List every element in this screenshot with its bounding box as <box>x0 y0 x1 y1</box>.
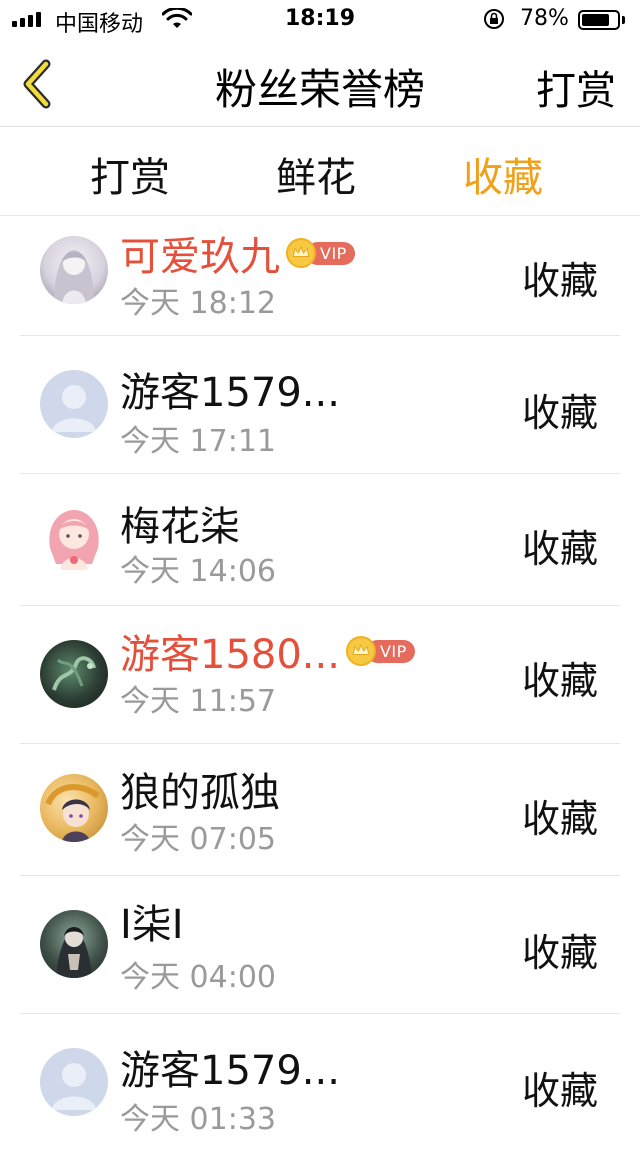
list-item[interactable]: 游客1580... VIP 今天 11:57 收藏 <box>0 606 640 744</box>
battery-tip <box>622 16 625 24</box>
tab-reward[interactable]: 打赏 <box>90 145 170 203</box>
crown-icon <box>345 636 376 666</box>
battery-percent: 78% <box>520 6 569 31</box>
fan-time: 今天 18:12 <box>120 286 276 321</box>
navigation-bar: 粉丝荣誉榜 打赏 <box>0 40 640 127</box>
list-item[interactable]: 狼的孤独 今天 07:05 收藏 <box>0 744 640 876</box>
fan-name: 狼的孤独 <box>120 770 280 816</box>
fan-time: 今天 04:00 <box>120 960 276 995</box>
avatar[interactable] <box>40 504 108 572</box>
battery-icon <box>578 10 620 30</box>
avatar[interactable] <box>40 774 108 842</box>
vip-badge: VIP <box>345 636 415 666</box>
reward-button[interactable]: 打赏 <box>536 58 616 116</box>
tab-flowers[interactable]: 鲜花 <box>276 145 356 203</box>
tab-favorites[interactable]: 收藏 <box>463 145 543 203</box>
fan-name: 游客1579... <box>120 1048 340 1094</box>
action-label: 收藏 <box>521 1069 598 1113</box>
action-label: 收藏 <box>521 259 598 303</box>
fan-name: I柒I <box>120 902 184 948</box>
fan-name: 可爱玖九 <box>120 234 280 280</box>
fan-name: 游客1579... <box>120 370 340 416</box>
rotation-lock-icon <box>484 9 504 29</box>
list-item[interactable]: 游客1579... 今天 17:11 收藏 <box>0 336 640 474</box>
action-label: 收藏 <box>521 659 598 703</box>
fan-time: 今天 11:57 <box>120 684 276 719</box>
fan-name: 游客1580... <box>120 632 340 678</box>
list-item[interactable]: I柒I 今天 04:00 收藏 <box>0 876 640 1014</box>
avatar[interactable] <box>40 370 108 438</box>
vip-badge: VIP <box>286 238 355 268</box>
crown-icon <box>286 238 316 268</box>
action-label: 收藏 <box>521 797 598 841</box>
fan-time: 今天 17:11 <box>120 424 276 459</box>
avatar[interactable] <box>40 1048 108 1116</box>
avatar[interactable] <box>40 640 108 708</box>
fan-name: 梅花柒 <box>120 504 240 550</box>
list-item[interactable]: 游客1579... 今天 01:33 收藏 <box>0 1014 640 1152</box>
action-label: 收藏 <box>521 391 598 435</box>
list-item[interactable]: 梅花柒 今天 14:06 收藏 <box>0 474 640 606</box>
tab-bar: 打赏 鲜花 收藏 <box>0 127 640 216</box>
action-label: 收藏 <box>521 527 598 571</box>
avatar[interactable] <box>40 236 108 304</box>
fan-time: 今天 07:05 <box>120 822 276 857</box>
avatar[interactable] <box>40 910 108 978</box>
fan-time: 今天 01:33 <box>120 1102 276 1137</box>
list-item[interactable]: 可爱玖九 VIP 今天 18:12 收藏 <box>0 216 640 336</box>
status-bar: 中国移动 18:19 78% <box>0 0 640 40</box>
action-label: 收藏 <box>521 931 598 975</box>
fan-time: 今天 14:06 <box>120 554 276 589</box>
